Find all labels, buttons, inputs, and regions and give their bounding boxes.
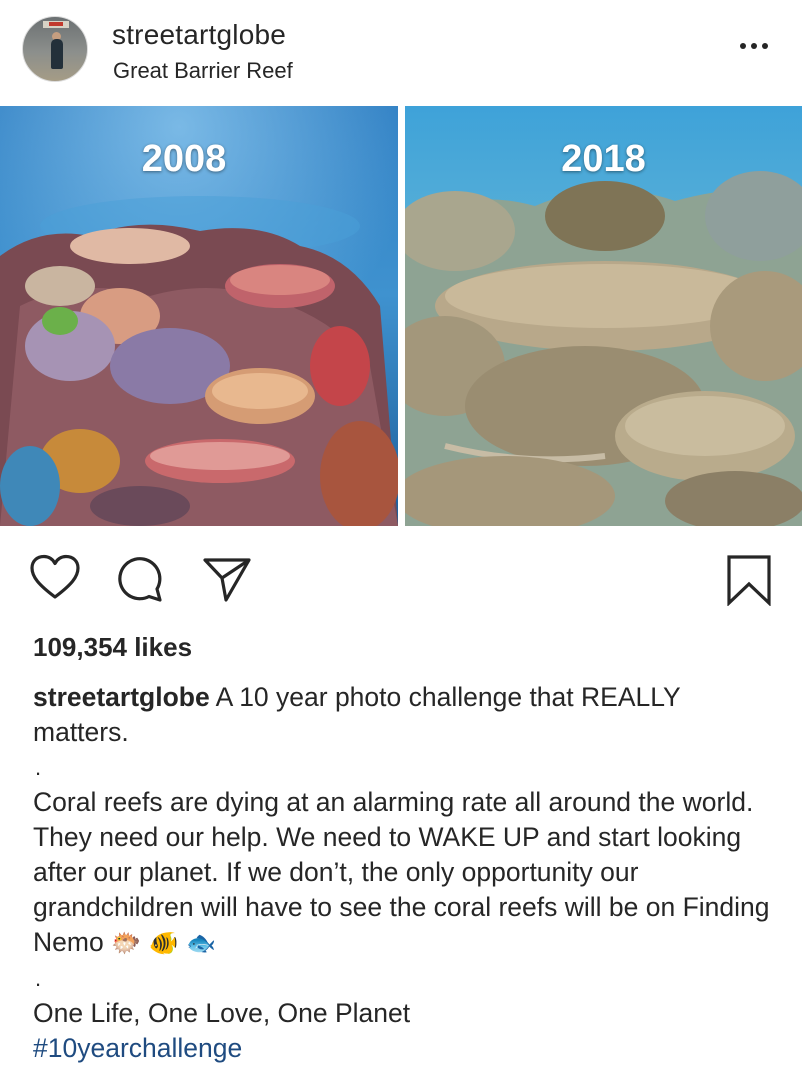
reef-photo-2008: 2008 — [0, 106, 398, 526]
caption-tagline: One Life, One Love, One Planet — [33, 998, 411, 1028]
share-icon[interactable] — [202, 556, 252, 602]
avatar[interactable] — [22, 16, 88, 82]
heart-icon[interactable] — [29, 554, 81, 600]
post-image[interactable]: 2008 2018 — [0, 106, 802, 526]
comment-icon[interactable] — [116, 556, 164, 602]
post-actions — [0, 526, 802, 626]
fish-emojis: 🐡 🐠 🐟 — [111, 929, 216, 957]
post-caption: streetartglobe A 10 year photo challenge… — [33, 680, 773, 1066]
more-options-icon[interactable] — [732, 34, 776, 58]
caption-username[interactable]: streetartglobe — [33, 682, 210, 712]
post-header: streetartglobe Great Barrier Reef — [0, 0, 802, 106]
reef-photo-2018: 2018 — [405, 106, 802, 526]
post-location[interactable]: Great Barrier Reef — [113, 58, 293, 84]
likes-count[interactable]: 109,354 likes — [33, 632, 192, 663]
instagram-post: streetartglobe Great Barrier Reef 2008 2… — [0, 0, 802, 1092]
bookmark-icon[interactable] — [726, 554, 772, 606]
year-label-2008: 2008 — [141, 138, 227, 180]
caption-separator: . — [35, 755, 42, 780]
post-author-username[interactable]: streetartglobe — [112, 19, 286, 51]
caption-separator: . — [35, 966, 42, 991]
hashtag-link[interactable]: #10yearchallenge — [33, 1033, 242, 1063]
year-label-2018: 2018 — [561, 138, 646, 180]
